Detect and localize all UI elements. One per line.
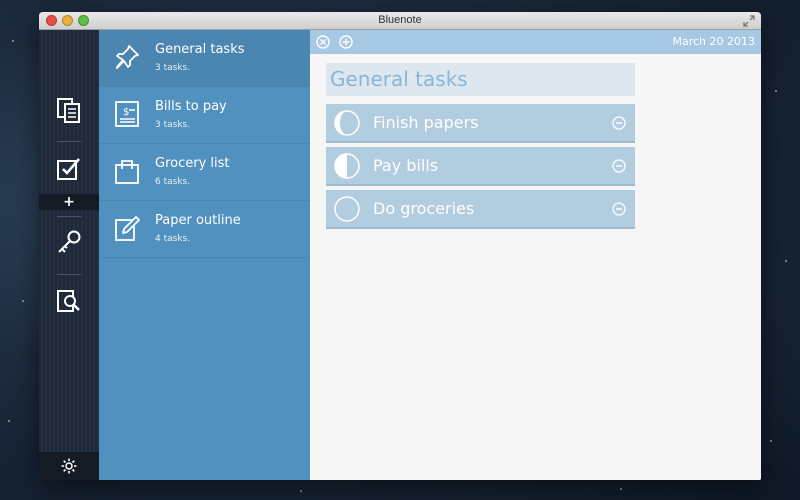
task-row[interactable]: Pay bills bbox=[326, 147, 635, 186]
list-item-bills-to-pay[interactable]: $ Bills to pay 3 tasks. bbox=[99, 87, 310, 144]
edit-icon bbox=[115, 216, 140, 241]
task-label: Finish papers bbox=[373, 113, 479, 132]
sidebar-rail: + bbox=[39, 30, 99, 480]
notes-icon bbox=[57, 98, 80, 123]
progress-circle-icon[interactable] bbox=[334, 196, 360, 222]
rail-passwords-button[interactable] bbox=[53, 226, 85, 258]
task-lists-panel: General tasks 3 tasks. $ Bills to pay 3 … bbox=[99, 30, 310, 480]
list-item-count: 3 tasks. bbox=[155, 63, 191, 73]
current-date: March 20 2013 bbox=[672, 35, 755, 48]
passwords-icon bbox=[58, 230, 81, 253]
task-row[interactable]: Finish papers bbox=[326, 104, 635, 143]
settings-button[interactable] bbox=[39, 452, 99, 480]
task-label: Do groceries bbox=[373, 199, 475, 218]
svg-text:$: $ bbox=[123, 107, 129, 118]
list-item-title: Paper outline bbox=[155, 213, 241, 228]
rail-divider bbox=[57, 141, 81, 142]
rail-divider bbox=[57, 216, 81, 217]
progress-circle-icon[interactable] bbox=[334, 110, 360, 136]
app-window: Bluenote + General tasks 3 tasks. $ Bill… bbox=[39, 12, 761, 480]
add-item-button[interactable]: + bbox=[39, 194, 99, 210]
rail-divider bbox=[57, 274, 81, 275]
rail-tasks-button[interactable] bbox=[53, 152, 85, 184]
remove-task-icon[interactable] bbox=[612, 159, 626, 173]
search-notes-icon bbox=[57, 290, 80, 312]
progress-circle-icon[interactable] bbox=[334, 153, 360, 179]
content-toolbar: March 20 2013 bbox=[310, 30, 761, 54]
list-item-paper-outline[interactable]: Paper outline 4 tasks. bbox=[99, 201, 310, 258]
list-item-title: Bills to pay bbox=[155, 99, 227, 114]
window-title: Bluenote bbox=[378, 14, 422, 26]
list-item-count: 3 tasks. bbox=[155, 120, 191, 130]
list-item-general-tasks[interactable]: General tasks 3 tasks. bbox=[99, 30, 310, 87]
shopping-bag-icon bbox=[115, 160, 139, 184]
list-item-title: General tasks bbox=[155, 42, 245, 57]
close-circle-icon[interactable] bbox=[316, 35, 330, 49]
rail-notes-button[interactable] bbox=[53, 94, 85, 126]
list-title: General tasks bbox=[326, 63, 635, 96]
tasks-icon bbox=[57, 158, 80, 180]
list-item-grocery-list[interactable]: Grocery list 6 tasks. bbox=[99, 144, 310, 201]
remove-task-icon[interactable] bbox=[612, 116, 626, 130]
task-label: Pay bills bbox=[373, 156, 439, 175]
pin-icon bbox=[116, 45, 139, 69]
list-item-count: 6 tasks. bbox=[155, 177, 191, 187]
bill-icon: $ bbox=[115, 101, 139, 127]
task-detail-pane: March 20 2013 General tasks Finish paper… bbox=[310, 30, 761, 480]
list-item-title: Grocery list bbox=[155, 156, 230, 171]
rail-search-button[interactable] bbox=[53, 286, 85, 318]
gear-icon bbox=[61, 458, 77, 474]
plus-icon: + bbox=[63, 194, 75, 210]
task-row[interactable]: Do groceries bbox=[326, 190, 635, 229]
title-bar: Bluenote bbox=[39, 12, 761, 30]
list-item-count: 4 tasks. bbox=[155, 234, 191, 244]
add-circle-icon[interactable] bbox=[339, 35, 353, 49]
fullscreen-icon[interactable] bbox=[743, 15, 755, 27]
remove-task-icon[interactable] bbox=[612, 202, 626, 216]
